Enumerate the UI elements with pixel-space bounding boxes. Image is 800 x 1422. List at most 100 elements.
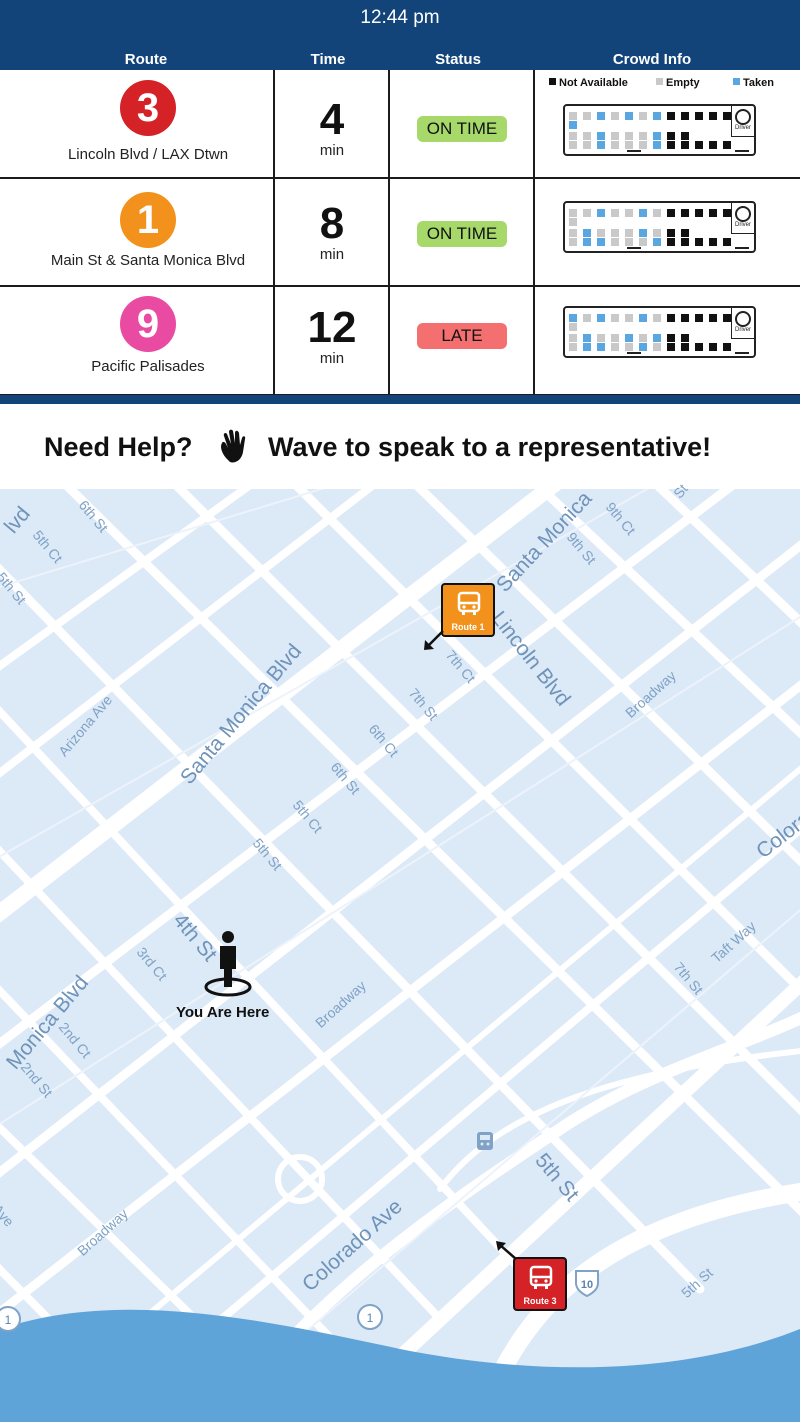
seat: [625, 229, 633, 237]
route-shield-icon: 1: [0, 1306, 21, 1332]
seat: [667, 141, 675, 149]
bus-door: [627, 150, 641, 152]
seat: [611, 141, 619, 149]
status-badge: LATE: [417, 323, 507, 349]
seat: [569, 141, 577, 149]
seat: [597, 334, 605, 342]
seat: [667, 229, 675, 237]
minutes-unit: min: [319, 350, 345, 367]
seat: [723, 209, 731, 217]
seat: [597, 314, 605, 322]
seat: [639, 112, 647, 120]
seat: [709, 238, 717, 246]
driver-area: Driver: [731, 308, 754, 339]
seat: [625, 209, 633, 217]
seat: [597, 229, 605, 237]
driver-area: Driver: [731, 203, 754, 234]
seat: [611, 238, 619, 246]
seat: [723, 343, 731, 351]
seat: [611, 314, 619, 322]
seat: [625, 112, 633, 120]
seat: [681, 141, 689, 149]
seat: [583, 112, 591, 120]
marker-label: Route 3: [523, 1296, 557, 1306]
legend-label: Empty: [666, 77, 700, 89]
seat: [625, 343, 633, 351]
seat: [681, 132, 689, 140]
seat: [569, 209, 577, 217]
seat: [625, 334, 633, 342]
seat: [723, 314, 731, 322]
help-message: Wave to speak to a representative!: [268, 432, 712, 462]
seat: [723, 141, 731, 149]
minutes-unit: min: [319, 142, 345, 159]
seat: [583, 314, 591, 322]
arrival-minutes: 12: [307, 303, 357, 352]
seat: [681, 343, 689, 351]
status-badge: ON TIME: [417, 221, 507, 247]
steering-wheel-icon: [735, 109, 751, 125]
seat: [639, 141, 647, 149]
driver-label: Driver: [735, 222, 751, 228]
seat: [597, 238, 605, 246]
clock: 12:44 pm: [360, 7, 440, 28]
train-station-icon: [477, 1132, 493, 1150]
column-divider: [388, 70, 390, 396]
column-header-status: Status: [435, 51, 481, 68]
seat: [709, 112, 717, 120]
interstate-shield-icon: 10: [575, 1270, 599, 1297]
seat: [569, 314, 577, 322]
column-divider: [273, 70, 275, 396]
row-divider: [0, 177, 800, 179]
minutes-unit: min: [319, 246, 345, 263]
seat: [583, 132, 591, 140]
seat: [597, 141, 605, 149]
seat: [653, 334, 661, 342]
seat: [625, 238, 633, 246]
seat: [695, 238, 703, 246]
seat: [583, 209, 591, 217]
seat: [681, 238, 689, 246]
seat: [569, 343, 577, 351]
help-heading: Need Help?: [44, 432, 193, 462]
seat: [667, 112, 675, 120]
seat: [695, 209, 703, 217]
route-shield-number: 1: [367, 1311, 374, 1325]
seat: [569, 112, 577, 120]
bus-seat-map: Driver: [563, 306, 756, 358]
bus-icon: [529, 1265, 553, 1289]
seat: [625, 314, 633, 322]
route-name: Lincoln Blvd / LAX Dtwn: [67, 146, 229, 163]
seat: [695, 112, 703, 120]
route-3-bus-marker[interactable]: Route 3: [513, 1257, 567, 1311]
legend-taken: Taken: [733, 77, 774, 89]
bus-door: [735, 247, 749, 249]
route-1-bus-marker[interactable]: Route 1: [441, 583, 495, 637]
legend-not-available: Not Available: [549, 77, 628, 89]
legend-swatch-not-available: [549, 78, 556, 85]
seat: [667, 238, 675, 246]
seat: [639, 238, 647, 246]
seat: [597, 112, 605, 120]
steering-wheel-icon: [735, 206, 751, 222]
seat: [723, 238, 731, 246]
legend-label: Not Available: [559, 77, 628, 89]
driver-label: Driver: [735, 327, 751, 333]
seat: [681, 112, 689, 120]
seat: [709, 343, 717, 351]
you-are-here-label: You Are Here: [176, 1004, 270, 1021]
seat: [653, 343, 661, 351]
column-header-crowd: Crowd Info: [612, 51, 692, 68]
route-shield-number: 1: [5, 1313, 12, 1327]
bus-door: [627, 352, 641, 354]
bus-door: [735, 150, 749, 152]
seat: [611, 229, 619, 237]
seat: [583, 343, 591, 351]
area-map[interactable]: Santa Monica Blvd Santa Monica Monica Bl…: [0, 481, 800, 1422]
seat: [569, 229, 577, 237]
seat: [709, 314, 717, 322]
seat: [653, 209, 661, 217]
seat: [569, 121, 577, 129]
seat: [653, 229, 661, 237]
row-divider: [0, 285, 800, 287]
